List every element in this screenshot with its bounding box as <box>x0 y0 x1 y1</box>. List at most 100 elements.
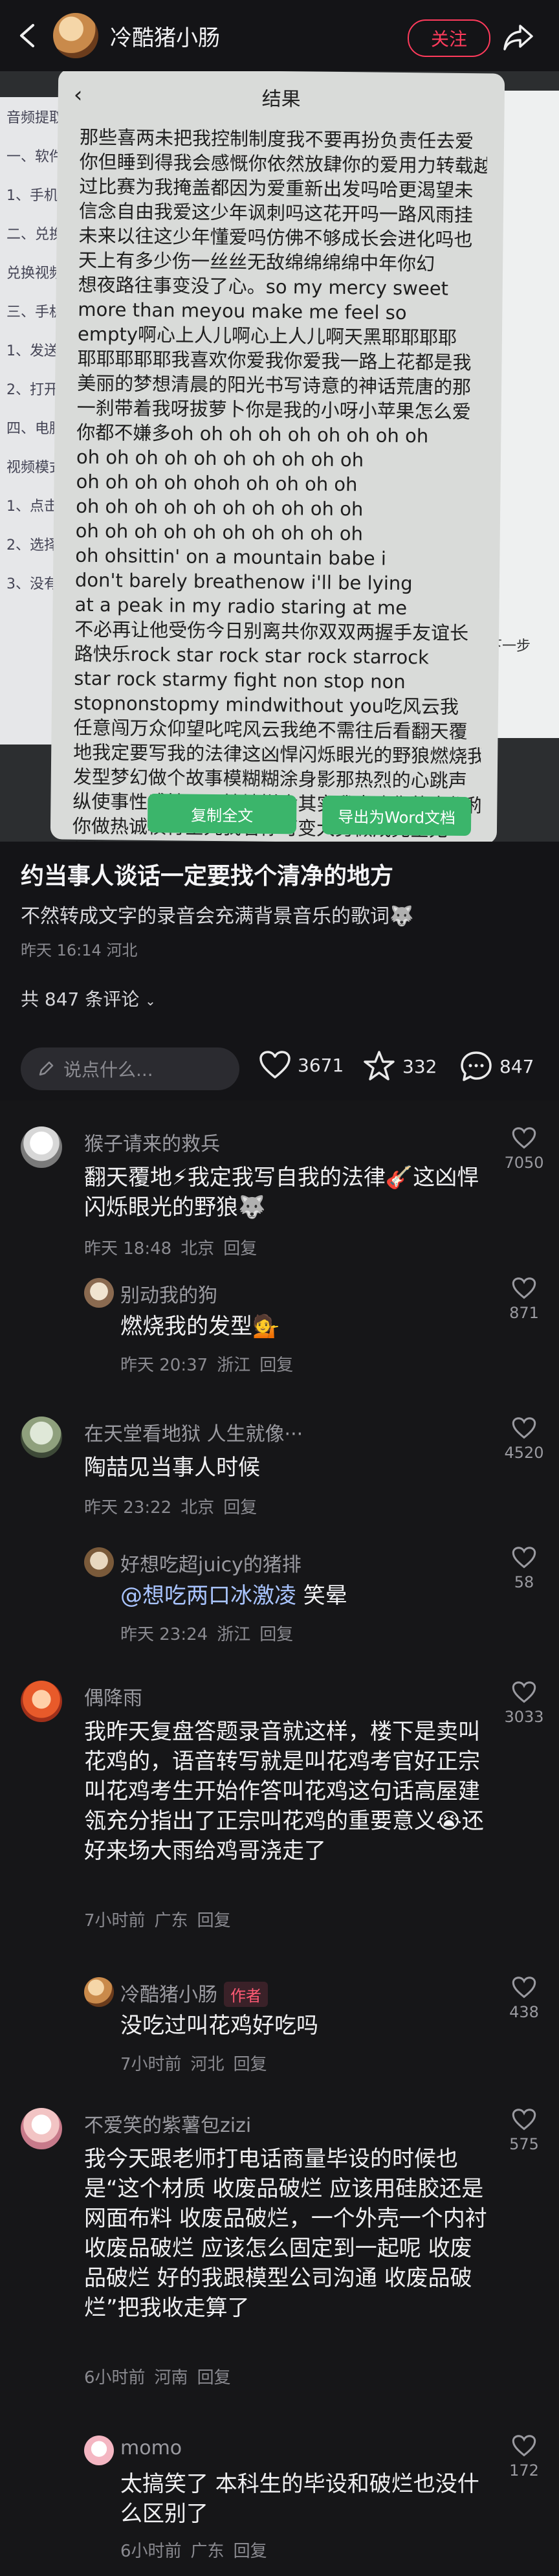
heart-icon <box>512 1277 536 1299</box>
comment-like-button[interactable]: 7050 <box>503 1126 545 1172</box>
comment-author[interactable]: 冷酷猪小肠 作者 <box>120 1978 268 2007</box>
collect-button[interactable]: 332 <box>362 1050 437 1082</box>
heart-icon <box>512 1417 536 1439</box>
comment-meta: 昨天 23:24 浙江 回复 <box>120 1621 302 1645</box>
phone-header: ‹ 结果 <box>58 71 505 126</box>
transcript-line: 发型梦幻做个故事模糊糊涂身影那热烈的心跳声 <box>72 765 467 792</box>
comment-like-button[interactable]: 871 <box>503 1277 545 1322</box>
comment-meta: 7小时前 河北 回复 <box>120 2051 276 2075</box>
transcript-line: 任意闯万众仰望叱咤风云我绝不需往后看翻天覆 <box>73 716 468 743</box>
transcript-line: 天上有多少伤一丝丝无敌绵绵绵绵中年你幻 <box>78 249 435 275</box>
comment-author[interactable]: 不爱笑的紫薯包zizi <box>84 2109 251 2138</box>
post-location: 河北 <box>106 941 138 959</box>
comment-time: 6小时前 <box>84 2368 146 2388</box>
comment-button[interactable]: 847 <box>459 1050 534 1082</box>
reply-button[interactable]: 回复 <box>234 2542 267 2561</box>
comment-like-count: 3033 <box>504 1708 544 1726</box>
comment-text-tail: 笑晕 <box>296 1583 347 1609</box>
reply-button[interactable]: 回复 <box>234 2055 267 2074</box>
transcript-line: 信念自由我爱这少年讽刺吗这花开吗一路风雨挂 <box>78 199 474 227</box>
share-button[interactable] <box>502 21 534 53</box>
comment-location: 浙江 <box>217 1356 251 1375</box>
transcript-line: oh oh oh oh oh oh oh oh oh oh <box>75 519 364 545</box>
reply-button[interactable]: 回复 <box>223 1239 257 1259</box>
comment-like-button[interactable]: 438 <box>503 1976 545 2021</box>
reply-button[interactable]: 回复 <box>259 1356 293 1375</box>
comment-meta: 昨天 18:48 北京 回复 <box>84 1235 266 1259</box>
mention-link[interactable]: @想吃两口冰激凌 <box>120 1583 296 1609</box>
comment-like-button[interactable]: 58 <box>503 1546 545 1591</box>
transcript-line: oh oh oh oh ohoh oh oh oh oh <box>76 470 358 496</box>
avatar[interactable] <box>84 1278 114 1308</box>
phone-back-icon: ‹ <box>73 82 83 108</box>
reply-button[interactable]: 回复 <box>197 1911 231 1931</box>
transcript-line: at a peak in my radio staring at me <box>74 593 408 620</box>
comment-location: 浙江 <box>217 1625 251 1644</box>
transcript-line: oh oh oh oh oh oh oh oh oh oh <box>76 495 364 521</box>
comment-like-count: 4520 <box>504 1444 544 1462</box>
comment-text: 陶喆见当事人时候 <box>84 1455 260 1481</box>
post-info: 约当事人谈话一定要找个清净的地方 不然转成文字的录音会充满背景音乐的歌词🐺 昨天… <box>0 842 559 1101</box>
comment-author[interactable]: 别动我的狗 <box>120 1279 217 1308</box>
comment-like-button[interactable]: 575 <box>503 2108 545 2153</box>
avatar[interactable] <box>84 1547 114 1577</box>
comment-time: 7小时前 <box>120 2055 182 2074</box>
comment-text: 我昨天复盘答题录音就这样，楼下是卖叫花鸡的，语音转写就是叫花鸡考官好正宗叫花鸡考… <box>84 1719 484 1864</box>
comment-author[interactable]: momo <box>120 2437 182 2459</box>
reply-button[interactable]: 回复 <box>223 1498 257 1518</box>
avatar[interactable] <box>84 2436 114 2465</box>
comment-author[interactable]: 偶降雨 <box>84 1682 142 1710</box>
transcript-line: 美丽的梦想清晨的阳光书写诗意的神话荒唐的那 <box>76 372 472 399</box>
like-button[interactable]: 3671 <box>259 1050 344 1080</box>
transcript-line: 耶耶耶耶耶我喜欢你爱我你爱我一路上花都是我 <box>77 347 472 374</box>
comment-meta: 6小时前 广东 回复 <box>120 2538 276 2562</box>
avatar[interactable] <box>84 1977 114 2007</box>
comment-location: 北京 <box>181 1239 215 1259</box>
transcript-line: oh ohsittin' on a mountain babe i <box>75 544 387 570</box>
follow-button[interactable]: 关注 <box>408 19 490 57</box>
avatar[interactable] <box>21 2108 62 2149</box>
post-meta: 昨天 16:14 河北 <box>21 937 137 960</box>
comment-text: 燃烧我的发型💁 <box>120 1314 280 1339</box>
comment-author[interactable]: 好想吃超juicy的猪排 <box>120 1549 301 1577</box>
heart-icon <box>512 2109 536 2131</box>
comment-like-count: 172 <box>509 2461 539 2480</box>
action-bar: 说点什么... 3671 332 847 <box>0 1036 559 1101</box>
heart-icon <box>512 1977 536 1999</box>
comment-text: 没吃过叫花鸡好吃吗 <box>120 2013 318 2039</box>
back-button[interactable] <box>12 20 43 51</box>
transcript-line: 那些喜两未把我控制制度我不要再扮负责任去爱 <box>79 126 474 153</box>
comment-like-button[interactable]: 4520 <box>503 1417 545 1462</box>
comment-author[interactable]: 在天堂看地狱 人生就像··· <box>84 1418 303 1446</box>
comment-time: 7小时前 <box>84 1911 146 1931</box>
author-tag: 作者 <box>224 1982 268 2007</box>
author-avatar[interactable] <box>53 13 98 58</box>
reply-button[interactable]: 回复 <box>259 1625 293 1644</box>
transcript-line: 不必再让他受伤今日别离共你双双两握手友谊长 <box>74 618 469 645</box>
comment-text: 我今天跟老师打电话商量毕设的时候也是“这个材质 收废品破烂 应该用硅胶还是网面布… <box>84 2146 487 2321</box>
comment-location: 河南 <box>154 2368 188 2388</box>
comment-count-sort[interactable]: 共 847 条评论 ⌄ <box>21 985 156 1011</box>
avatar[interactable] <box>21 1126 62 1168</box>
comment-total: 共 847 条评论 <box>21 989 140 1010</box>
post-image[interactable]: 音频提取 一、软件 1、手机 二、兑换 兑换视频 三、手机 1、发送 2、打开 … <box>0 71 559 842</box>
comment-time: 6小时前 <box>120 2542 182 2561</box>
comment-meta: 7小时前 广东 回复 <box>84 1907 240 1931</box>
avatar[interactable] <box>21 1681 62 1722</box>
comment-location: 河北 <box>190 2055 225 2074</box>
comment-input[interactable]: 说点什么... <box>21 1047 239 1090</box>
like-count: 3671 <box>298 1054 344 1076</box>
comment-time: 昨天 23:22 <box>84 1498 172 1518</box>
avatar[interactable] <box>21 1417 62 1458</box>
comment-author[interactable]: 猴子请来的救兵 <box>84 1128 220 1156</box>
post-title: 约当事人谈话一定要找个清净的地方 <box>21 863 394 890</box>
transcript-line: star rock starmy fight non stop non <box>74 667 406 693</box>
transcript-line: oh oh oh oh oh oh oh oh oh oh <box>76 445 364 471</box>
comment-location: 北京 <box>181 1498 215 1518</box>
comment-like-button[interactable]: 3033 <box>503 1681 545 1726</box>
author-name[interactable]: 冷酷猪小肠 <box>110 20 220 52</box>
reply-button[interactable]: 回复 <box>197 2368 231 2388</box>
comment-meta: 昨天 20:37 浙江 回复 <box>120 1352 302 1376</box>
comment-like-button[interactable]: 172 <box>503 2434 545 2480</box>
transcript-line: 你但睡到得我会感慨你依然放肆你的爱用力转载越 <box>79 150 487 177</box>
